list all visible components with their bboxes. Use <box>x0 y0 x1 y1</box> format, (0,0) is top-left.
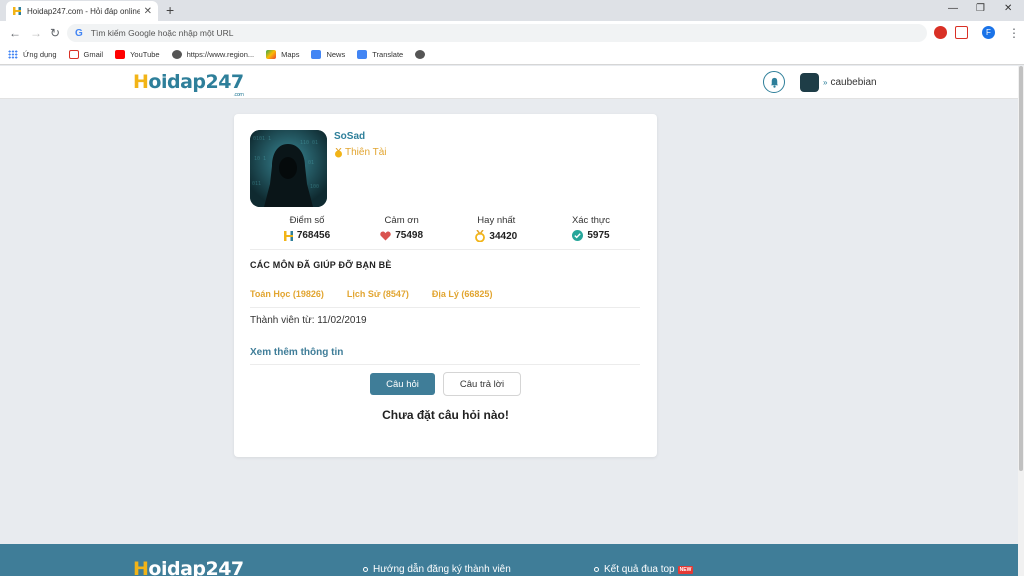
subject-item[interactable]: Lịch Sử (8547) <box>347 289 409 299</box>
stat-thanks: Cảm ơn 75498 <box>355 215 449 245</box>
subject-item[interactable]: Địa Lý (66825) <box>432 289 493 299</box>
browser-tab[interactable]: Hoidap247.com - Hỏi đáp online ✕ <box>6 1 158 21</box>
notification-bell-icon[interactable] <box>763 71 785 93</box>
tab-answers-button[interactable]: Câu trả lời <box>443 372 521 396</box>
site-footer: Hoidap247 Hướng dẫn đăng ký thành viên K… <box>0 544 1018 576</box>
bookmark-region[interactable]: https://www.region... <box>171 50 254 59</box>
maps-icon <box>266 50 277 59</box>
youtube-icon <box>115 50 126 59</box>
divider <box>250 249 640 250</box>
footer-link-register-guide[interactable]: Hướng dẫn đăng ký thành viên <box>363 564 511 575</box>
divider <box>250 364 640 365</box>
footer-logo[interactable]: Hoidap247 <box>133 558 244 576</box>
forward-icon[interactable]: → <box>30 26 42 40</box>
user-menu[interactable]: » caubebian <box>800 73 877 92</box>
gmail-icon <box>68 50 79 59</box>
window-close-icon[interactable]: ✕ <box>1004 3 1012 14</box>
bullet-icon <box>363 567 368 572</box>
svg-text:100: 100 <box>310 184 319 190</box>
bookmark-extra[interactable] <box>415 50 430 59</box>
subject-item[interactable]: Toán Học (19826) <box>250 289 324 299</box>
profile-avatar: 0101 1 110 01 10 1 01 011 100 <box>250 130 327 207</box>
profile-name[interactable]: SoSad <box>334 131 365 142</box>
news-icon <box>311 50 322 59</box>
footer-link-top-results[interactable]: Kết quả đua top NEW <box>594 564 694 575</box>
new-tab-icon[interactable]: + <box>166 2 174 18</box>
more-info-link[interactable]: Xem thêm thông tin <box>250 347 343 358</box>
rank-badge: Thiên Tài <box>334 147 387 158</box>
bookmark-maps[interactable]: Maps <box>266 50 299 59</box>
tab-title: Hoidap247.com - Hỏi đáp online <box>27 6 140 16</box>
stat-verified: Xác thực 5975 <box>571 215 610 241</box>
back-icon[interactable]: ← <box>9 26 21 40</box>
bookmark-news[interactable]: News <box>311 50 345 59</box>
site-header: Hoidap247 .com » caubebian <box>0 66 1018 99</box>
globe-icon <box>415 50 426 59</box>
bookmark-gmail[interactable]: Gmail <box>68 50 103 59</box>
globe-icon <box>171 50 182 59</box>
restore-icon[interactable]: ❐ <box>976 3 985 14</box>
svg-text:011: 011 <box>252 181 261 187</box>
hoidap-favicon-icon <box>13 7 21 15</box>
check-circle-icon <box>572 230 584 241</box>
svg-text:110 01: 110 01 <box>300 140 318 146</box>
browser-tab-strip: Hoidap247.com - Hỏi đáp online ✕ + — ❐ ✕ <box>0 0 1024 21</box>
new-badge: NEW <box>677 565 694 574</box>
member-since: Thành viên từ: 11/02/2019 <box>250 315 367 326</box>
scrollbar-thumb[interactable] <box>1019 66 1023 471</box>
profile-card: 0101 1 110 01 10 1 01 011 100 SoSad Thiên Tài… <box>234 114 657 457</box>
svg-text:0101 1: 0101 1 <box>253 136 271 142</box>
menu-dots-icon[interactable]: ⋮ <box>1008 26 1020 40</box>
empty-message: Chưa đặt câu hỏi nào! <box>382 408 509 422</box>
bullet-icon <box>594 567 599 572</box>
omnibox[interactable]: G Tìm kiếm Google hoặc nhập một URL <box>67 24 927 42</box>
subjects-list: Toán Học (19826) Lịch Sử (8547) Địa Lý (… <box>250 289 515 299</box>
minimize-icon[interactable]: — <box>948 3 958 14</box>
tab-questions-button[interactable]: Câu hỏi <box>370 373 435 395</box>
google-icon: G <box>75 27 83 39</box>
apps-grid-icon <box>8 50 18 59</box>
header-username: caubebian <box>830 77 877 88</box>
translate-icon <box>357 50 368 59</box>
browser-toolbar: ← → ↻ G Tìm kiếm Google hoặc nhập một UR… <box>0 21 1024 45</box>
rank-medal-icon <box>335 147 342 157</box>
extension-shield-icon[interactable] <box>955 26 968 39</box>
bell-icon <box>770 77 778 88</box>
bookmark-translate[interactable]: Translate <box>357 50 403 59</box>
bookmark-apps[interactable]: Ứng dụng <box>8 50 57 59</box>
medal-icon <box>475 230 486 242</box>
chevron-down-icon: » <box>823 78 828 87</box>
bookmark-youtube[interactable]: YouTube <box>115 50 160 59</box>
avatar <box>800 73 819 92</box>
stats-row: Điểm số 768456 Cảm ơn 75498 Hay nhất 344… <box>260 215 638 245</box>
omnibox-placeholder: Tìm kiếm Google hoặc nhập một URL <box>90 28 234 38</box>
subjects-heading: CÁC MÔN ĐÃ GIÚP ĐỠ BẠN BÈ <box>250 260 392 270</box>
stat-best: Hay nhất 34420 <box>475 215 518 242</box>
site-logo[interactable]: Hoidap247 .com <box>133 71 244 98</box>
divider <box>250 307 640 308</box>
tab-close-icon[interactable]: ✕ <box>144 6 152 17</box>
reload-icon[interactable]: ↻ <box>50 26 60 40</box>
profile-avatar-icon[interactable]: F <box>982 26 995 39</box>
h-logo-icon <box>283 230 293 241</box>
svg-text:01: 01 <box>308 160 314 166</box>
svg-text:10 1: 10 1 <box>254 156 266 162</box>
page-scrollbar[interactable] <box>1018 66 1024 576</box>
heart-icon <box>380 231 391 240</box>
stat-points: Điểm số 768456 <box>260 215 354 245</box>
hooded-figure-icon: 0101 1 110 01 10 1 01 011 100 <box>250 130 327 207</box>
bookmarks-bar: Ứng dụng Gmail YouTube https://www.regio… <box>0 45 1024 65</box>
extension-badge-icon[interactable] <box>934 26 947 39</box>
